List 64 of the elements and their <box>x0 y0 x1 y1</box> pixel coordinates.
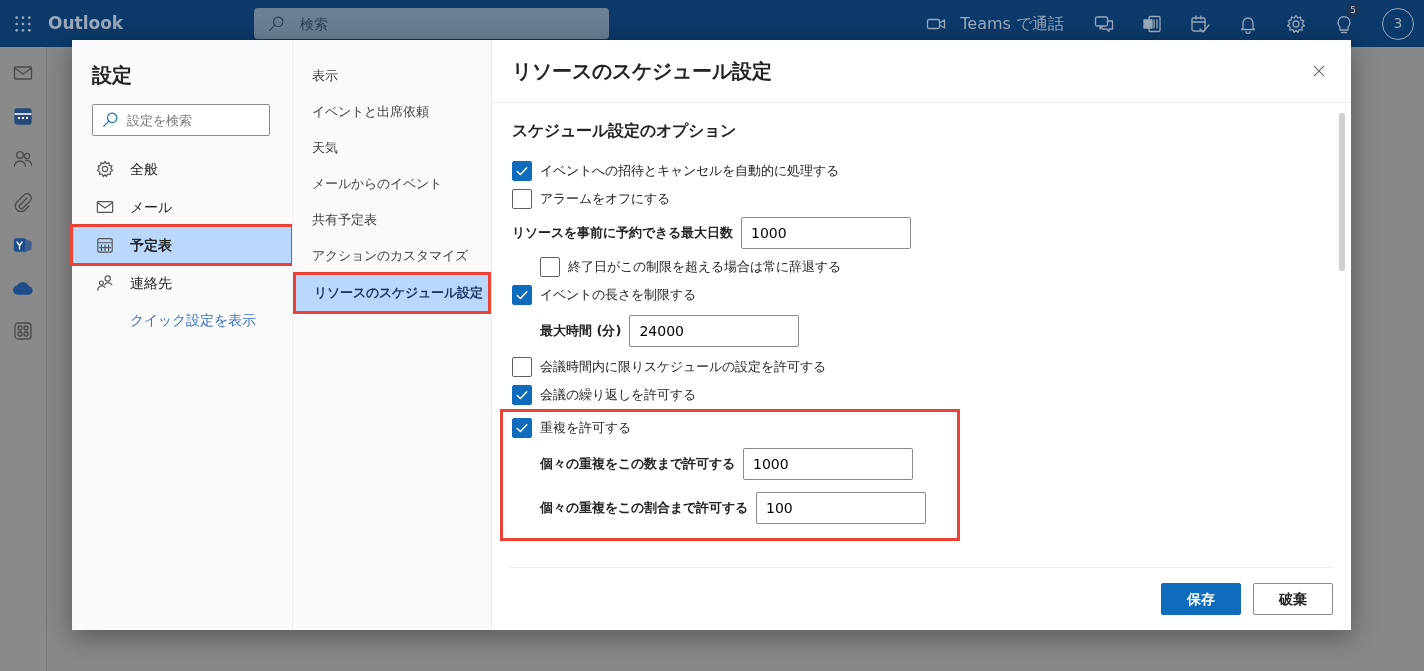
settings-search-field[interactable]: 設定を検索 <box>92 104 270 136</box>
field-label: リソースを事前に予約できる最大日数 <box>512 224 733 243</box>
apps-icon[interactable] <box>13 321 33 341</box>
checkbox[interactable] <box>512 357 532 377</box>
settings-subcategory[interactable]: リソースのスケジュール設定 <box>295 274 489 312</box>
checkbox[interactable] <box>512 161 532 181</box>
settings-subcategory[interactable]: 天気 <box>293 130 491 166</box>
checkbox-label: アラームをオフにする <box>540 190 670 209</box>
checkbox[interactable] <box>512 418 532 438</box>
quick-settings-link[interactable]: クイック設定を表示 <box>92 312 256 328</box>
contacts-icon <box>96 274 114 292</box>
number-field[interactable]: 1000 <box>741 217 911 249</box>
settings-subcategory[interactable]: 表示 <box>293 58 491 94</box>
settings-subcategory[interactable]: イベントと出席依頼 <box>293 94 491 130</box>
paperclip-icon[interactable] <box>13 192 33 212</box>
calendar-icon <box>96 236 114 254</box>
people-icon[interactable] <box>13 149 33 169</box>
search-icon <box>102 111 119 128</box>
app-launcher-icon <box>14 14 32 33</box>
office-icon[interactable] <box>1142 13 1162 34</box>
checkbox-label: 終了日がこの制限を超える場合は常に辞退する <box>568 258 841 277</box>
checkbox-label: 会議時間内に限りスケジュールの設定を許可する <box>540 358 826 377</box>
checkbox-label: 会議の繰り返しを許可する <box>540 386 696 405</box>
settings-title: 設定 <box>92 62 133 89</box>
yammer-icon[interactable] <box>13 235 33 255</box>
gear-icon <box>96 160 114 178</box>
settings-category[interactable]: 連絡先 <box>72 264 292 302</box>
checkbox-label: 重複を許可する <box>540 419 631 438</box>
mail-icon <box>96 198 114 216</box>
field-label: 個々の重複をこの割合まで許可する <box>540 499 748 518</box>
mail-icon[interactable] <box>13 63 33 83</box>
checkbox[interactable] <box>512 285 532 305</box>
teams-call-button[interactable]: Teams で通話 <box>926 11 1064 36</box>
settings-subcategory[interactable]: アクションのカスタマイズ <box>293 238 491 274</box>
close-icon[interactable] <box>1311 63 1327 79</box>
calendar-check-icon[interactable] <box>1190 13 1210 34</box>
checkbox[interactable] <box>512 189 532 209</box>
save-button[interactable]: 保存 <box>1161 583 1241 615</box>
settings-subcategory[interactable]: メールからのイベント <box>293 166 491 202</box>
number-field[interactable]: 100 <box>756 492 926 524</box>
section-heading: スケジュール設定のオプション <box>512 120 737 142</box>
chat-icon[interactable] <box>1094 13 1114 34</box>
lightbulb-icon[interactable] <box>1334 14 1354 34</box>
settings-subcategory[interactable]: 共有予定表 <box>293 202 491 238</box>
checkbox[interactable] <box>512 385 532 405</box>
field-label: 最大時間 (分) <box>540 322 622 341</box>
number-field[interactable]: 24000 <box>629 315 800 347</box>
panel-title: リソースのスケジュール設定 <box>512 58 772 85</box>
checkbox-label: イベントの長さを制限する <box>540 286 696 305</box>
settings-icon[interactable] <box>1286 13 1306 34</box>
checkbox[interactable] <box>540 257 560 277</box>
field-label: 個々の重複をこの数まで許可する <box>540 455 735 474</box>
settings-category[interactable]: 予定表 <box>72 226 292 264</box>
scrollbar-thumb[interactable] <box>1339 113 1345 271</box>
calendar-icon[interactable] <box>13 106 33 126</box>
notification-badge: 5 <box>1346 3 1360 17</box>
checkbox-label: イベントへの招待とキャンセルを自動的に処理する <box>540 162 839 181</box>
app-name: Outlook <box>48 11 125 35</box>
number-field[interactable]: 1000 <box>743 448 913 480</box>
settings-category[interactable]: 全般 <box>72 150 292 188</box>
discard-button[interactable]: 破棄 <box>1253 583 1333 615</box>
settings-category[interactable]: メール <box>72 188 292 226</box>
search-field[interactable]: 検索 <box>254 8 609 39</box>
search-icon <box>268 15 285 32</box>
